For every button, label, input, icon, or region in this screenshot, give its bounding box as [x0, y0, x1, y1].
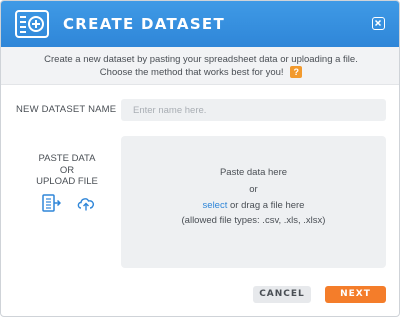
- instructions-line-1: Create a new dataset by pasting your spr…: [44, 54, 358, 65]
- close-icon: [374, 19, 382, 27]
- select-file-link[interactable]: select: [203, 200, 228, 211]
- instructions-line-2: Choose the method that works best for yo…: [99, 67, 284, 78]
- drag-hint: or drag a file here: [227, 200, 305, 211]
- dataset-name-input[interactable]: [121, 99, 386, 121]
- cancel-button[interactable]: CANCEL: [253, 286, 311, 303]
- file-drop-zone[interactable]: Paste data here or select or drag a file…: [121, 136, 386, 268]
- create-dataset-dialog: CREATE DATASET Create a new dataset by p…: [0, 0, 400, 317]
- help-icon[interactable]: ?: [290, 66, 303, 79]
- allowed-file-types: (allowed file types: .csv, .xls, .xlsx): [181, 215, 326, 226]
- select-row: select or drag a file here: [121, 200, 386, 211]
- next-button[interactable]: NEXT: [325, 286, 386, 303]
- paste-data-icon[interactable]: [41, 194, 61, 212]
- source-label-line-2: OR: [59, 164, 75, 176]
- or-text: or: [249, 184, 258, 195]
- upload-file-icon[interactable]: [76, 194, 96, 212]
- source-label-line-3: UPLOAD FILE: [36, 176, 98, 187]
- dialog-header: CREATE DATASET: [1, 1, 399, 47]
- source-label-line-1: PASTE DATA: [38, 153, 96, 164]
- source-label: PASTE DATA OR UPLOAD FILE: [21, 153, 113, 188]
- instructions: Create a new dataset by pasting your spr…: [1, 47, 399, 85]
- dataset-name-label: NEW DATASET NAME: [16, 104, 117, 115]
- paste-hint: Paste data here: [219, 167, 288, 178]
- dataset-add-icon: [15, 10, 49, 38]
- dialog-title: CREATE DATASET: [63, 15, 226, 33]
- close-button[interactable]: [372, 17, 385, 30]
